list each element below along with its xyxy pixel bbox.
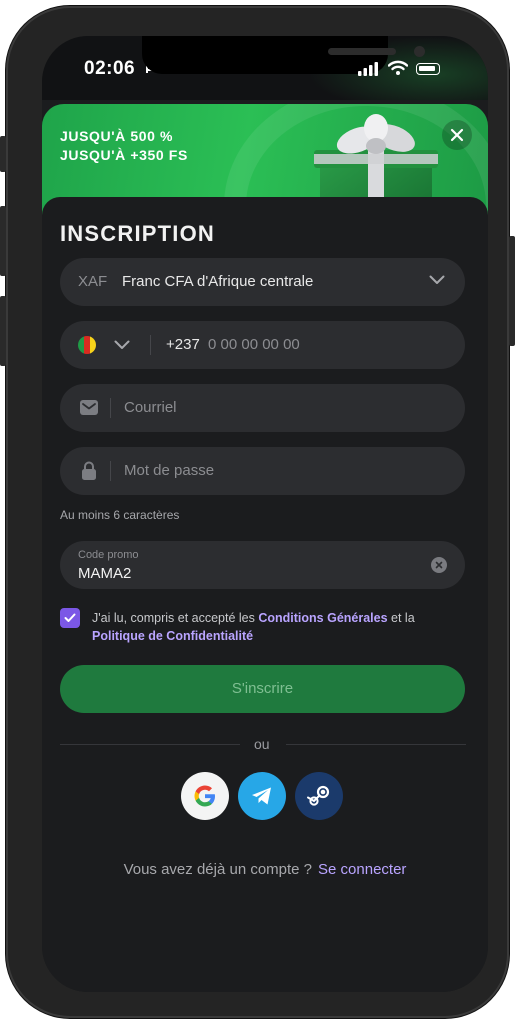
phone-input[interactable]: 0 00 00 00 00 — [208, 336, 300, 353]
phone-volume-down-button — [0, 296, 6, 366]
terms-text-middle: et la — [387, 611, 415, 625]
front-camera — [414, 46, 425, 57]
currency-select[interactable]: XAF Franc CFA d'Afrique centrale — [60, 258, 465, 306]
country-chevron-down-icon[interactable] — [114, 340, 130, 350]
screen: 02:06 JUSQU'À 500 % JUSQU'À +350 FS INSC… — [42, 36, 488, 992]
cellular-signal-icon — [358, 62, 378, 76]
banner-line-2: JUSQU'À +350 FS — [60, 147, 188, 163]
email-divider — [110, 398, 111, 418]
phone-power-button — [509, 236, 515, 346]
phone-divider — [150, 335, 151, 355]
register-button[interactable]: S'inscrire — [60, 665, 465, 713]
terms-text: J'ai lu, compris et accepté les Conditio… — [92, 609, 462, 645]
telegram-login-button[interactable] — [238, 772, 286, 820]
password-hint: Au moins 6 caractères — [60, 508, 180, 522]
page-title: INSCRIPTION — [60, 221, 215, 246]
close-icon — [450, 128, 464, 142]
phone-side-button — [0, 136, 6, 172]
currency-code: XAF — [78, 273, 108, 290]
status-time: 02:06 — [84, 58, 136, 79]
banner-line-1: JUSQU'À 500 % — [60, 128, 174, 144]
email-input[interactable]: Courriel — [124, 399, 177, 416]
steam-icon — [307, 785, 330, 806]
or-label: ou — [254, 736, 270, 752]
clear-icon — [435, 561, 443, 569]
wifi-icon — [388, 60, 408, 75]
login-row: Vous avez déjà un compte ? Se connecter — [42, 861, 488, 878]
notch — [142, 36, 425, 74]
promo-code-label: Code promo — [78, 549, 139, 561]
terms-checkbox[interactable] — [60, 608, 80, 628]
promo-code-input[interactable]: MAMA2 — [78, 565, 131, 582]
terms-conditions-link[interactable]: Conditions Générales — [258, 611, 387, 625]
clear-promo-button[interactable] — [431, 557, 447, 573]
password-input[interactable]: Mot de passe — [124, 462, 214, 479]
status-bar: 02:06 — [42, 36, 488, 100]
chevron-down-icon — [429, 275, 445, 284]
speaker — [328, 48, 396, 55]
registration-card: INSCRIPTION XAF Franc CFA d'Afrique cent… — [42, 197, 488, 992]
phone-volume-up-button — [0, 206, 6, 276]
checkmark-icon — [64, 613, 76, 622]
promo-code-field[interactable]: Code promo MAMA2 — [60, 541, 465, 589]
banner-close-button[interactable] — [442, 120, 472, 150]
password-divider — [110, 461, 111, 481]
privacy-policy-link[interactable]: Politique de Confidentialité — [92, 629, 253, 643]
password-field[interactable]: Mot de passe — [60, 447, 465, 495]
phone-frame: 02:06 JUSQU'À 500 % JUSQU'À +350 FS INSC… — [0, 6, 515, 1018]
terms-text-before: J'ai lu, compris et accepté les — [92, 611, 259, 625]
login-link[interactable]: Se connecter — [318, 861, 406, 878]
email-field[interactable]: Courriel — [60, 384, 465, 432]
google-login-button[interactable] — [181, 772, 229, 820]
battery-icon — [416, 63, 440, 75]
lock-icon — [82, 461, 96, 480]
currency-name: Franc CFA d'Afrique centrale — [122, 273, 314, 290]
phone-prefix: +237 — [166, 336, 200, 353]
envelope-icon — [80, 400, 98, 415]
google-icon — [194, 785, 215, 807]
phone-field[interactable]: +237 0 00 00 00 00 — [60, 321, 465, 369]
login-prompt: Vous avez déjà un compte ? — [123, 861, 313, 878]
cameroon-flag-icon — [78, 336, 96, 354]
or-divider-left — [60, 744, 240, 745]
telegram-icon — [252, 787, 271, 805]
or-divider-right — [286, 744, 466, 745]
steam-login-button[interactable] — [295, 772, 343, 820]
